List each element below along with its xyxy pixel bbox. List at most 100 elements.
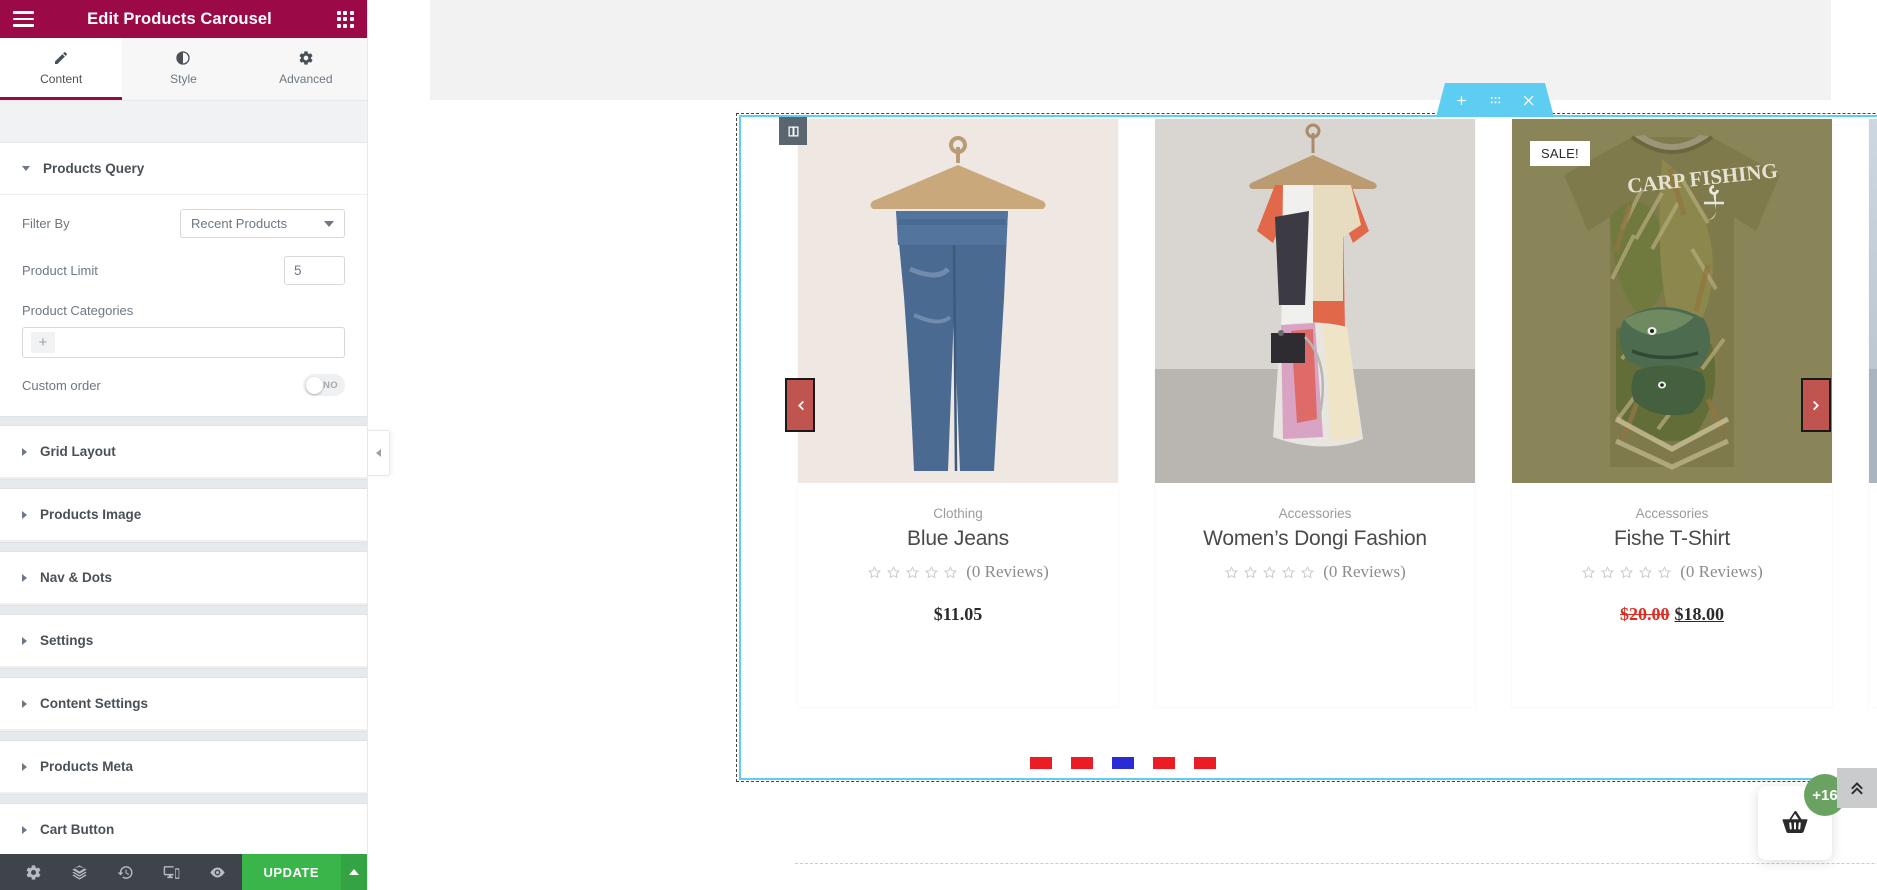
- product-name[interactable]: Read Gloves: [1869, 527, 1877, 551]
- accordion-products-meta[interactable]: Products Meta: [0, 741, 367, 794]
- close-x-icon[interactable]: [1522, 93, 1537, 108]
- plus-icon[interactable]: [1454, 93, 1469, 108]
- responsive-mode-icon[interactable]: [148, 854, 194, 890]
- page-top-area: [430, 0, 1831, 100]
- product-category[interactable]: Accessories: [1155, 506, 1475, 521]
- product-name[interactable]: Blue Jeans: [798, 527, 1118, 551]
- tab-content[interactable]: Content: [0, 38, 123, 100]
- product-limit-input[interactable]: [284, 256, 345, 285]
- update-options-button[interactable]: [341, 854, 367, 890]
- tab-advanced[interactable]: Advanced: [244, 38, 367, 100]
- navigator-layers-icon[interactable]: [56, 854, 102, 890]
- elementor-editor: Edit Products Carousel Content Style Adv…: [0, 0, 1877, 890]
- product-name[interactable]: Women’s Dongi Fashion: [1155, 527, 1475, 551]
- product-category[interactable]: Accessories: [1869, 506, 1877, 521]
- filter-by-select[interactable]: Recent Products: [180, 209, 345, 238]
- cart-floating-button[interactable]: +16: [1758, 774, 1846, 860]
- product-rating: (0 Reviews): [798, 562, 1118, 582]
- chevron-right-icon: [22, 699, 27, 708]
- star-empty-icon: [1601, 565, 1615, 578]
- product-image[interactable]: [798, 119, 1118, 483]
- product-image[interactable]: SALE! CARP FISHING: [1512, 119, 1832, 483]
- products-query-controls: Filter By Recent Products Product Limit …: [0, 195, 367, 416]
- custom-order-value: NO: [322, 379, 338, 391]
- toggle-knob: [306, 376, 323, 394]
- preview-eye-icon[interactable]: [194, 854, 240, 890]
- product-reviews-count: (0 Reviews): [1323, 562, 1406, 581]
- settings-gear-icon[interactable]: [10, 854, 56, 890]
- product-price-amount: $11.05: [933, 604, 983, 624]
- accordion-settings[interactable]: Settings: [0, 615, 367, 668]
- product-image[interactable]: [1155, 119, 1475, 483]
- blue-jeans-on-hanger-image: [798, 119, 1118, 483]
- star-empty-icon: [1301, 565, 1315, 578]
- star-empty-icon: [868, 565, 882, 578]
- product-category[interactable]: Clothing: [798, 506, 1118, 521]
- panel-products-query-label: Products Query: [43, 161, 145, 176]
- product-image[interactable]: FEATURED!: [1869, 119, 1877, 483]
- star-empty-icon: [1658, 565, 1672, 578]
- product-name[interactable]: Fishe T-Shirt: [1512, 527, 1832, 551]
- product-price: $11.05: [798, 604, 1118, 625]
- accordion-grid-layout[interactable]: Grid Layout: [0, 426, 367, 479]
- carousel-next-button[interactable]: [1801, 378, 1831, 432]
- accordion-nav-dots[interactable]: Nav & Dots: [0, 552, 367, 605]
- section-divider: [0, 101, 367, 143]
- accordion-cart-button[interactable]: Cart Button: [0, 804, 367, 854]
- accordion-gap: [0, 731, 367, 741]
- accordion-content-settings[interactable]: Content Settings: [0, 678, 367, 731]
- control-product-categories: Product Categories +: [22, 303, 345, 358]
- apps-grid-icon[interactable]: [323, 0, 367, 38]
- accordion-nav-dots-label: Nav & Dots: [40, 570, 113, 585]
- accordion-gap: [0, 605, 367, 615]
- collapse-panel-button[interactable]: [368, 430, 390, 476]
- product-card[interactable]: FEATURED!: [1869, 119, 1877, 707]
- shopping-basket-icon: [1782, 811, 1808, 833]
- chevron-right-icon: [1812, 400, 1819, 410]
- accordion-products-image[interactable]: Products Image: [0, 489, 367, 542]
- chevron-right-icon: [22, 510, 27, 519]
- panel-products-query[interactable]: Products Query: [0, 143, 367, 195]
- filter-by-label: Filter By: [22, 216, 70, 231]
- products-carousel-widget: Clothing Blue Jeans (0 Reviews) $11.05 A…: [743, 119, 1877, 777]
- drag-dots-icon[interactable]: [1488, 93, 1503, 108]
- product-category[interactable]: Accessories: [1512, 506, 1832, 521]
- accordion-content-settings-label: Content Settings: [40, 696, 148, 711]
- carousel-dot-active[interactable]: [1111, 757, 1134, 769]
- camouflage-fishing-tshirt-image: CARP FISHING: [1512, 119, 1832, 483]
- chevron-down-icon: [22, 166, 30, 171]
- carousel-dot[interactable]: [1029, 757, 1052, 769]
- carousel-dot[interactable]: [1193, 757, 1216, 769]
- product-categories-input[interactable]: +: [22, 327, 345, 358]
- product-card[interactable]: Clothing Blue Jeans (0 Reviews) $11.05: [798, 119, 1118, 707]
- update-button[interactable]: UPDATE: [241, 854, 341, 890]
- accordion-cart-button-label: Cart Button: [40, 822, 115, 837]
- product-card[interactable]: SALE! CARP FISHING Accessories Fishe T-S…: [1512, 119, 1832, 707]
- accordion-gap: [0, 542, 367, 552]
- custom-order-toggle[interactable]: NO: [303, 374, 345, 396]
- carousel-dot[interactable]: [1070, 757, 1093, 769]
- accordion-products-meta-label: Products Meta: [40, 759, 134, 774]
- product-price-sale: $18.00: [1674, 604, 1725, 624]
- plus-icon[interactable]: +: [31, 332, 55, 353]
- star-empty-icon: [944, 565, 958, 578]
- tab-style[interactable]: Style: [122, 38, 245, 100]
- page-bottom-area: [792, 782, 1819, 890]
- control-filter-by: Filter By Recent Products: [22, 209, 345, 238]
- product-info: Accessories Read Gloves (2 Reviews): [1869, 483, 1877, 625]
- product-reviews-count: (0 Reviews): [966, 562, 1049, 581]
- scroll-to-top-button[interactable]: [1837, 768, 1877, 808]
- product-rating: (0 Reviews): [1155, 562, 1475, 582]
- carousel-prev-button[interactable]: [785, 378, 815, 432]
- product-rating: (0 Reviews): [1512, 562, 1832, 582]
- chevron-left-icon: [797, 400, 804, 410]
- sidebar-header: Edit Products Carousel: [0, 0, 367, 38]
- carousel-dot[interactable]: [1152, 757, 1175, 769]
- patterned-wrap-dress-image: [1155, 119, 1475, 483]
- gear-icon: [298, 49, 314, 67]
- accordion-gap: [0, 668, 367, 678]
- carousel-pagination: [368, 757, 1877, 769]
- column-handle[interactable]: [779, 117, 807, 145]
- history-revisions-icon[interactable]: [102, 854, 148, 890]
- product-card[interactable]: Accessories Women’s Dongi Fashion (0 Rev…: [1155, 119, 1475, 707]
